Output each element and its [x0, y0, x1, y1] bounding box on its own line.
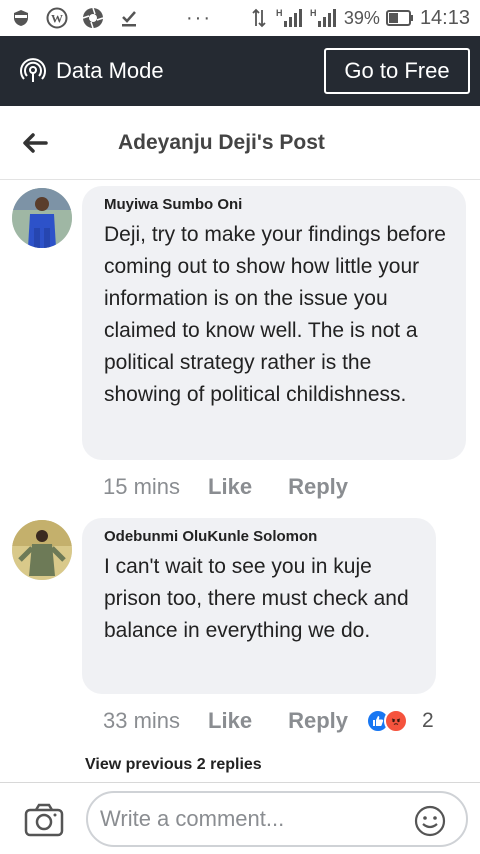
svg-text:H: H: [310, 8, 317, 18]
reaction-count: 2: [422, 709, 434, 732]
battery-icon: [385, 7, 414, 29]
angry-reaction-icon: [384, 709, 408, 733]
comment-input[interactable]: [86, 791, 468, 847]
back-button[interactable]: [0, 106, 70, 180]
post-header: Adeyanju Deji's Post: [0, 106, 480, 180]
status-bar: W ··· H H 39% 14:13: [0, 0, 480, 36]
avatar[interactable]: [12, 520, 72, 580]
like-button[interactable]: Like: [208, 708, 252, 734]
more-notifications-icon: ···: [186, 6, 212, 29]
comment-text: I can't wait to see you in kuje prison t…: [104, 555, 409, 642]
shield-icon: [10, 7, 32, 29]
data-transfer-icon: [248, 7, 270, 29]
comment-actions: 15 mins Like Reply: [103, 474, 348, 500]
comment: Muyiwa Sumbo Oni Deji, try to make your …: [0, 186, 480, 516]
comment: Odebunmi OluKunle Solomon I can't wait t…: [0, 518, 480, 748]
emoji-icon[interactable]: [414, 805, 446, 837]
wordpress-icon: W: [46, 7, 68, 29]
avatar[interactable]: [12, 188, 72, 248]
comment-text: Deji, try to make your findings before c…: [104, 223, 446, 406]
comment-composer: [0, 782, 480, 854]
battery-percent: 39%: [343, 7, 380, 28]
signal-icon-sim1: H: [276, 7, 304, 29]
reply-button[interactable]: Reply: [288, 474, 348, 500]
comment-author[interactable]: Odebunmi OluKunle Solomon: [104, 528, 418, 545]
camera-icon[interactable]: [24, 803, 64, 837]
download-done-icon: [118, 7, 140, 29]
data-mode-label: Data Mode: [56, 58, 164, 83]
clock: 14:13: [419, 6, 470, 29]
broadcast-icon: [20, 58, 46, 84]
reply-button[interactable]: Reply: [288, 708, 348, 734]
data-mode-bar: Data Mode Go to Free: [0, 36, 480, 106]
signal-icon-sim2: H: [310, 7, 338, 29]
comment-bubble: Odebunmi OluKunle Solomon I can't wait t…: [82, 518, 436, 694]
comment-author[interactable]: Muyiwa Sumbo Oni: [104, 196, 448, 213]
comment-time: 33 mins: [103, 708, 181, 733]
comment-bubble: Muyiwa Sumbo Oni Deji, try to make your …: [82, 186, 466, 460]
like-button[interactable]: Like: [208, 474, 252, 500]
svg-text:H: H: [276, 8, 283, 18]
aperture-icon: [82, 7, 104, 29]
reactions-summary[interactable]: 2: [366, 709, 434, 733]
go-to-free-button[interactable]: Go to Free: [324, 48, 470, 94]
page-title: Adeyanju Deji's Post: [118, 130, 325, 154]
comment-time: 15 mins: [103, 474, 181, 499]
svg-text:W: W: [51, 12, 63, 26]
comment-actions: 33 mins Like Reply 2: [103, 708, 434, 734]
view-previous-replies-link[interactable]: View previous 2 replies: [85, 756, 262, 774]
arrow-left-icon: [22, 132, 48, 154]
